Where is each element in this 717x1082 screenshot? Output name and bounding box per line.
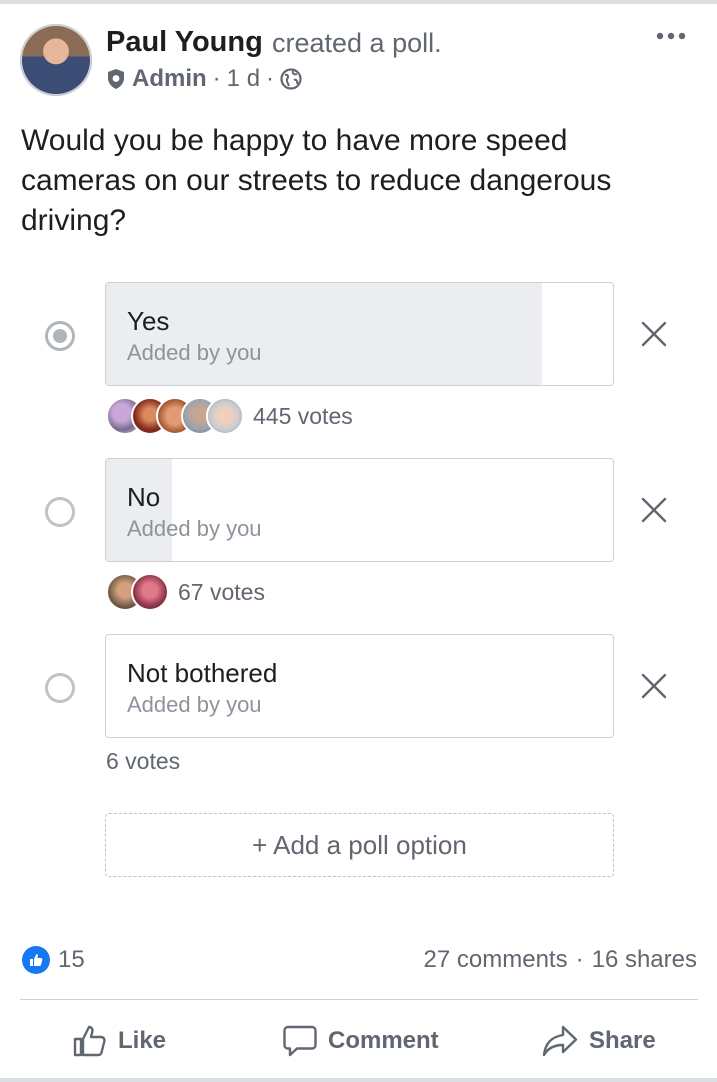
- poll-option-no[interactable]: No Added by you: [105, 458, 614, 562]
- meta-separator: ·: [266, 65, 275, 92]
- poll-option-label: Yes: [127, 306, 170, 336]
- divider: [20, 999, 698, 1000]
- post-action-text: created a poll.: [272, 28, 442, 58]
- bottom-border: [0, 1078, 717, 1082]
- remove-option-icon[interactable]: [641, 673, 667, 699]
- author-name[interactable]: Paul Young: [106, 26, 263, 59]
- reaction-count: 15: [58, 946, 85, 973]
- poll-option-label: Not bothered: [127, 658, 278, 688]
- like-button[interactable]: Like: [72, 1018, 166, 1064]
- add-poll-option-button[interactable]: + Add a poll option: [105, 813, 614, 877]
- poll-option-label: No: [127, 482, 161, 512]
- like-label: Like: [118, 1027, 167, 1054]
- share-label: Share: [589, 1027, 656, 1054]
- post-meta: Admin · 1 d ·: [106, 64, 302, 94]
- poll-option-fill: [106, 283, 543, 385]
- poll-option-yes[interactable]: Yes Added by you: [105, 282, 614, 386]
- like-reaction-icon: [22, 946, 50, 974]
- post-action-bar: Like Comment Share: [0, 1018, 717, 1064]
- comment-button[interactable]: Comment: [282, 1018, 439, 1064]
- stats-separator: ·: [575, 946, 584, 973]
- comment-label: Comment: [328, 1027, 439, 1054]
- poll-option-added-by: Added by you: [127, 516, 262, 541]
- voters-row-no[interactable]: 67 votes: [106, 572, 265, 612]
- voter-avatar: [206, 397, 244, 435]
- shares-count[interactable]: 16 shares: [592, 946, 697, 974]
- comments-count[interactable]: 27 comments: [424, 946, 568, 974]
- voter-avatar: [131, 573, 169, 611]
- vote-count[interactable]: 67 votes: [178, 579, 265, 606]
- engagement-stats: 27 comments · 16 shares: [424, 946, 697, 974]
- reactions-summary[interactable]: 15: [22, 946, 85, 974]
- thumbs-up-icon: [73, 1025, 106, 1057]
- voters-row-yes[interactable]: 445 votes: [106, 396, 353, 436]
- meta-separator: ·: [212, 65, 221, 92]
- author-avatar[interactable]: [20, 24, 92, 96]
- poll-radio-yes[interactable]: [45, 321, 75, 351]
- top-border: [0, 0, 717, 4]
- poll-option-not-bothered[interactable]: Not bothered Added by you: [105, 634, 614, 738]
- vote-count[interactable]: 6 votes: [106, 748, 180, 775]
- share-arrow-icon: [542, 1025, 578, 1057]
- admin-label: Admin: [132, 65, 207, 92]
- globe-icon: [280, 68, 302, 90]
- more-options-icon[interactable]: [655, 28, 687, 44]
- poll-option-added-by: Added by you: [127, 692, 262, 717]
- vote-count[interactable]: 445 votes: [253, 403, 353, 430]
- remove-option-icon[interactable]: [641, 497, 667, 523]
- admin-shield-icon: [108, 69, 124, 89]
- post-time[interactable]: 1 d: [227, 65, 260, 93]
- poll-question: Would you be happy to have more speed ca…: [21, 124, 612, 237]
- comment-icon: [283, 1025, 317, 1057]
- poll-radio-no[interactable]: [45, 497, 75, 527]
- remove-option-icon[interactable]: [641, 321, 667, 347]
- poll-radio-not-bothered[interactable]: [45, 673, 75, 703]
- share-button[interactable]: Share: [541, 1018, 656, 1064]
- poll-option-added-by: Added by you: [127, 340, 262, 365]
